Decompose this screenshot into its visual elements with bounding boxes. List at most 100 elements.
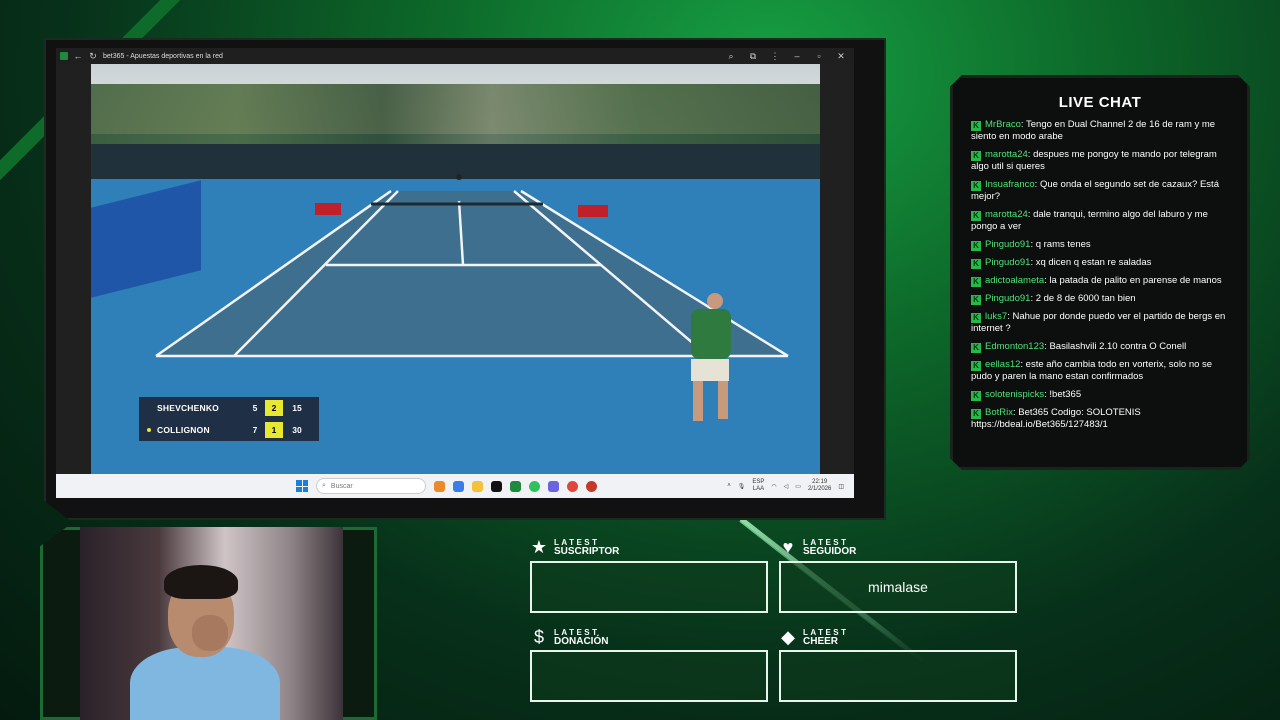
- whatsapp-icon[interactable]: [529, 480, 540, 492]
- set-score: 5: [252, 403, 258, 413]
- latest-cheer-box: [779, 650, 1017, 702]
- latest-seguidor-label: ♥ LATEST SEGUIDOR: [779, 537, 857, 557]
- chat-message: K Pingudo91: xq dicen q estan re saladas: [971, 257, 1229, 269]
- latest-cheer-label: ◆ LATEST CHEER: [779, 627, 849, 647]
- search-icon: ⌕: [322, 482, 326, 489]
- chat-username[interactable]: Edmonton123: [985, 341, 1044, 352]
- chat-username[interactable]: solotenispicks: [985, 389, 1044, 400]
- chat-message: Kmarotta24: dale tranqui, termino algo d…: [971, 209, 1229, 233]
- chrome-icon[interactable]: [567, 480, 578, 492]
- kick-badge-icon: K: [971, 211, 981, 221]
- chat-message: K BotRix: Bet365 Codigo: SOLOTENIS https:…: [971, 407, 1229, 431]
- chat-message: Ksolotenispicks: !bet365: [971, 389, 1229, 401]
- webcam-feed: [80, 527, 343, 720]
- teams-icon[interactable]: [548, 480, 559, 492]
- minimize-button[interactable]: –: [792, 51, 802, 62]
- bet365-app-icon: [60, 52, 68, 60]
- windows-start-icon[interactable]: [296, 480, 308, 492]
- player-far: [456, 174, 462, 180]
- serve-indicator-icon: [147, 428, 151, 432]
- chat-username[interactable]: eellas12: [985, 359, 1020, 370]
- chat-message: K MrBraco: Tengo en Dual Channel 2 de 16 …: [971, 119, 1229, 143]
- player-near: [691, 293, 731, 421]
- star-icon: ★: [530, 537, 548, 557]
- system-tray: ˄ 🎙 ESP LAA ◠ ◁ ▭ 22:19 2/1/2026 ◫: [727, 479, 844, 493]
- chat-message: Kluks7: Nahue por donde puedo ver el par…: [971, 311, 1229, 335]
- streamer-hand: [192, 615, 228, 651]
- net-sign-right: [578, 205, 608, 217]
- dollar-icon: $: [533, 627, 544, 647]
- file-explorer-icon[interactable]: [472, 480, 483, 492]
- chat-username[interactable]: Pingudo91: [985, 239, 1030, 250]
- back-arrow-icon[interactable]: ←: [73, 51, 83, 61]
- latest-seguidor-box: mimalase: [779, 561, 1017, 613]
- chat-text: !bet365: [1049, 389, 1082, 400]
- kick-badge-icon: K: [971, 361, 981, 371]
- player-name: COLLIGNON: [157, 425, 210, 435]
- chat-username[interactable]: marotta24: [985, 149, 1028, 160]
- microphone-icon[interactable]: 🎙: [738, 483, 746, 490]
- streamer-hair: [164, 565, 238, 599]
- game-points: 15: [292, 403, 302, 413]
- chat-message: K Insuafranco: Que onda el segundo set de…: [971, 179, 1229, 203]
- menu-dots-icon[interactable]: ⋮: [770, 51, 780, 62]
- kick-badge-icon: K: [971, 121, 981, 131]
- chat-username[interactable]: luks7: [985, 311, 1007, 322]
- taskbar-search[interactable]: ⌕ Buscar: [316, 478, 426, 494]
- player-name: SHEVCHENKO: [157, 403, 219, 413]
- net-sign-left: [315, 203, 341, 215]
- chat-username[interactable]: Insuafranco: [985, 179, 1035, 190]
- taskbar-center: ⌕ Buscar: [296, 478, 597, 494]
- window-title: bet365 - Apuestas deportivas en la red: [103, 52, 223, 60]
- set-score: 7: [252, 425, 258, 435]
- chat-message: Kmarotta24: despues me pongoy te mando p…: [971, 149, 1229, 173]
- browser-window: ← ↻ bet365 - Apuestas deportivas en la r…: [56, 48, 854, 498]
- current-set-score: 2: [265, 400, 283, 416]
- widget-icon[interactable]: [434, 480, 445, 492]
- chat-list: K MrBraco: Tengo en Dual Channel 2 de 16 …: [971, 119, 1229, 431]
- chat-message: Kadictoalameta: la patada de palito en p…: [971, 275, 1229, 287]
- latest-donacion-label: $ LATEST DONACIÓN: [530, 627, 608, 647]
- chat-message: K Edmonton123: Basilashvili 2.10 contra O…: [971, 341, 1229, 353]
- current-set-score: 1: [265, 422, 283, 438]
- chat-username[interactable]: Pingudo91: [985, 257, 1030, 268]
- zoom-icon[interactable]: ⌕: [726, 51, 736, 62]
- latest-donacion-box: [530, 650, 768, 702]
- title-bar: ← ↻ bet365 - Apuestas deportivas en la r…: [56, 48, 854, 64]
- tiktok-icon[interactable]: [491, 480, 502, 492]
- game-points: 30: [292, 425, 302, 435]
- chat-text: xq dicen q estan re saladas: [1035, 257, 1152, 268]
- bet365-taskbar-icon[interactable]: [510, 480, 521, 492]
- volume-icon[interactable]: ◁: [784, 483, 789, 490]
- reload-icon[interactable]: ↻: [88, 51, 98, 62]
- kick-badge-icon: K: [971, 313, 981, 323]
- search-placeholder: Buscar: [330, 482, 353, 490]
- chat-title: LIVE CHAT: [1058, 94, 1142, 111]
- chat-message: K Pingudo91: 2 de 8 de 6000 tan bien: [971, 293, 1229, 305]
- battery-icon[interactable]: ▭: [795, 483, 801, 490]
- clock[interactable]: 22:19 2/1/2026: [808, 479, 831, 493]
- chat-username[interactable]: marotta24: [985, 209, 1028, 220]
- heart-icon: ♥: [782, 537, 794, 557]
- maximize-button[interactable]: ▫: [814, 51, 824, 62]
- close-button[interactable]: ✕: [836, 51, 846, 62]
- notification-icon[interactable]: ◫: [838, 483, 844, 490]
- chat-username[interactable]: BotRix: [985, 407, 1013, 418]
- copilot-icon[interactable]: [453, 480, 464, 492]
- extensions-icon[interactable]: ⧉: [748, 51, 758, 62]
- video-player[interactable]: SHEVCHENKO 5 2 15 COLLIGNON 7 1 30: [91, 64, 820, 474]
- chat-username[interactable]: Pingudo91: [985, 293, 1030, 304]
- wifi-icon[interactable]: ◠: [771, 483, 776, 490]
- chat-username[interactable]: adictoalameta: [985, 275, 1044, 286]
- language-indicator[interactable]: ESP LAA: [752, 479, 764, 493]
- app-icon[interactable]: [586, 480, 597, 492]
- latest-suscriptor-box: [530, 561, 768, 613]
- diamond-icon: ◆: [781, 627, 795, 647]
- chat-text: q rams tenes: [1035, 239, 1091, 250]
- chat-username[interactable]: MrBraco: [985, 119, 1021, 130]
- kick-badge-icon: K: [971, 343, 981, 353]
- chevron-up-icon[interactable]: ˄: [727, 483, 731, 489]
- kick-badge-icon: K: [971, 241, 981, 251]
- scoreboard: SHEVCHENKO 5 2 15 COLLIGNON 7 1 30: [139, 397, 319, 441]
- kick-badge-icon: K: [971, 181, 981, 191]
